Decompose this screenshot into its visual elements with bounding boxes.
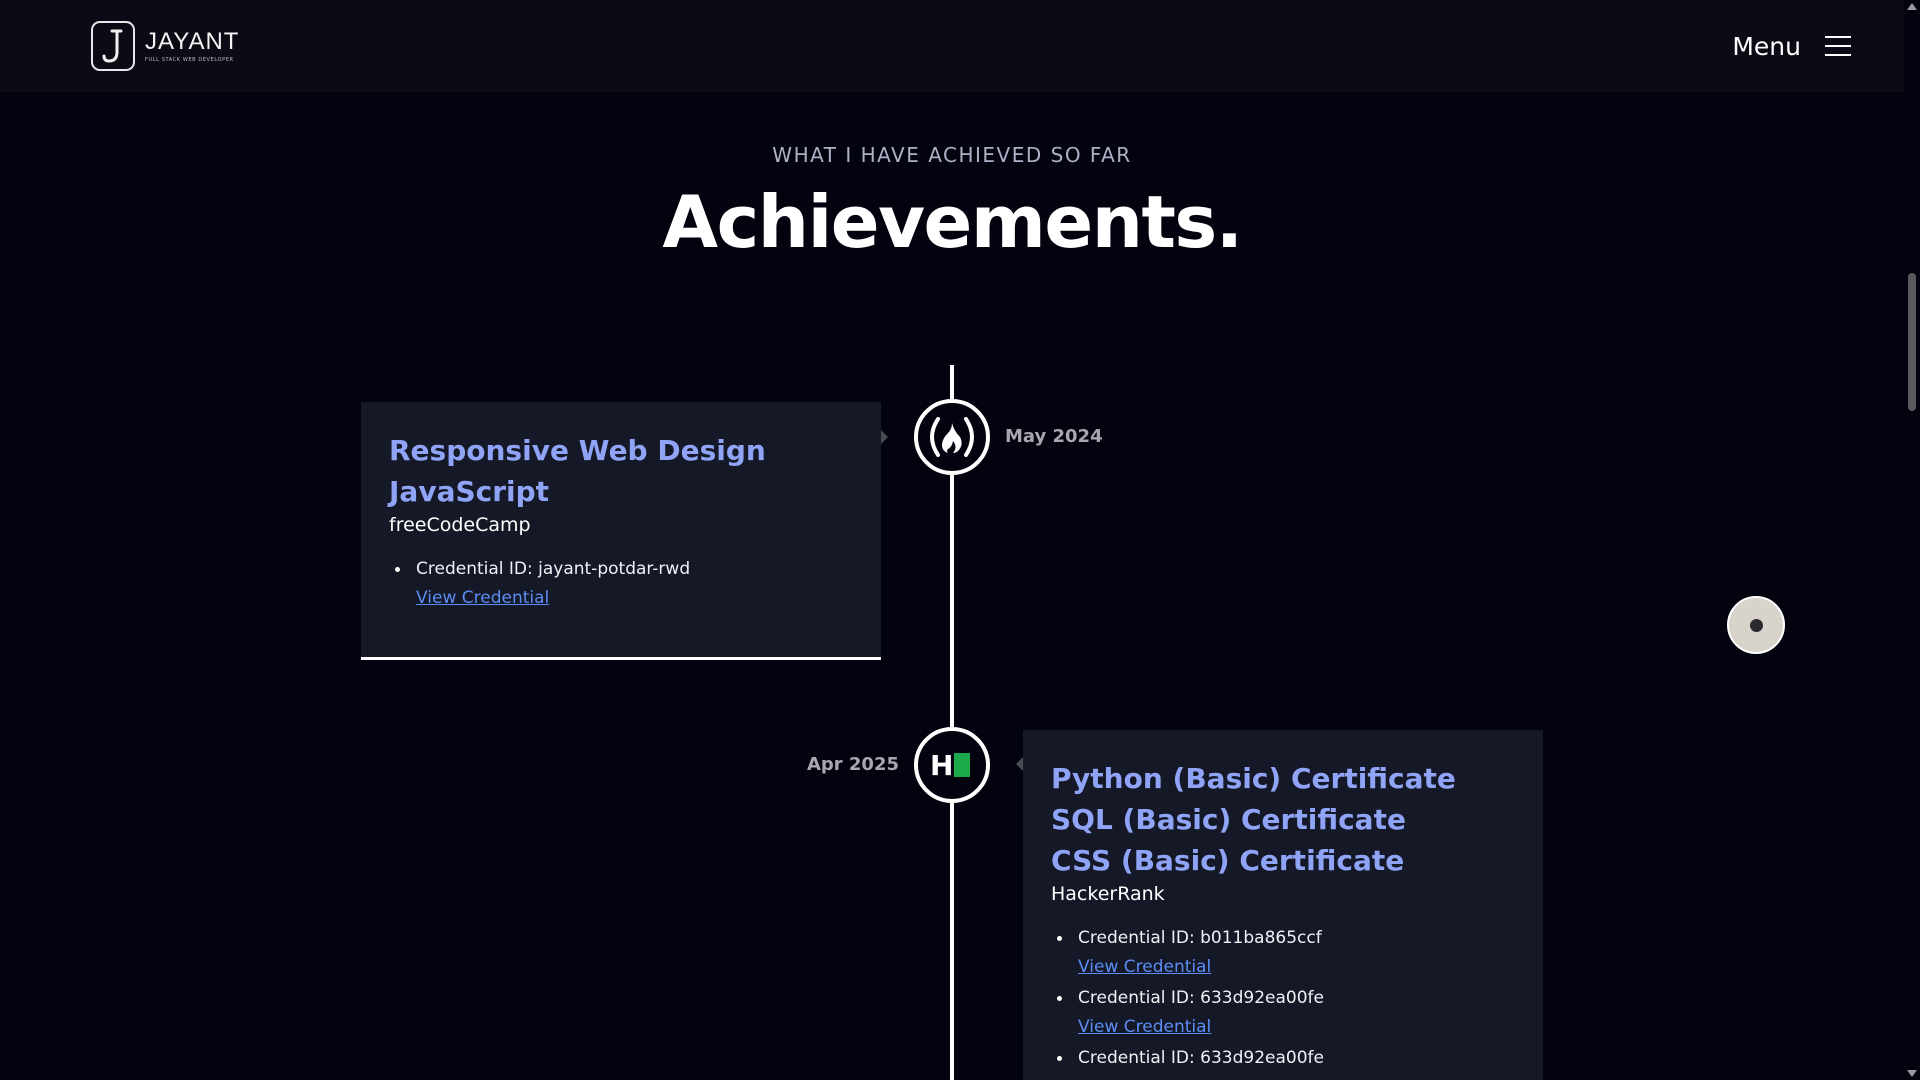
achievement-title: Python (Basic) Certificate: [1051, 762, 1456, 795]
section-title: Achievements.: [662, 180, 1243, 264]
freecodecamp-icon: [930, 417, 974, 457]
credential-id: Credential ID: 633d92ea00fe: [1078, 1048, 1324, 1068]
card-pointer: [881, 430, 888, 444]
view-credential-link[interactable]: View Credential: [416, 588, 853, 608]
achievement-issuer: freeCodeCamp: [389, 514, 531, 536]
hamburger-icon: [1825, 36, 1851, 56]
menu-label: Menu: [1732, 31, 1801, 61]
scrollbar[interactable]: [1904, 0, 1920, 1080]
achievement-title: Responsive Web Design: [389, 434, 766, 467]
view-credential-link[interactable]: View Credential: [1078, 1017, 1515, 1037]
scroll-down-arrow-icon[interactable]: [1907, 1070, 1917, 1077]
card-pointer: [1016, 757, 1023, 771]
menu-button[interactable]: Menu: [1732, 32, 1851, 61]
site-header: JAYANT FULL STACK WEB DEVELOPER Menu: [0, 0, 1904, 92]
credential-id: Credential ID: b011ba865ccf: [1078, 928, 1322, 948]
credential-id: Credential ID: 633d92ea00fe: [1078, 988, 1324, 1008]
achievement-card: Responsive Web Design JavaScript freeCod…: [361, 402, 881, 660]
credential-item: Credential ID: 633d92ea00fe View Credent…: [1051, 987, 1515, 1037]
logo-tagline: FULL STACK WEB DEVELOPER: [145, 56, 234, 63]
achievement-issuer: HackerRank: [1051, 883, 1165, 905]
credential-item: Credential ID: b011ba865ccf View Credent…: [1051, 927, 1515, 977]
credential-item: Credential ID: jayant-potdar-rwd View Cr…: [389, 558, 853, 608]
logo-name: JAYANT: [145, 27, 240, 55]
credential-item: Credential ID: 633d92ea00fe: [1051, 1047, 1515, 1069]
timeline-node-hackerrank: H: [914, 727, 990, 803]
svg-text:H: H: [930, 750, 953, 780]
scroll-up-arrow-icon[interactable]: [1907, 3, 1917, 10]
timeline-node-freecodecamp: [914, 399, 990, 475]
cursor-follower: [1727, 596, 1785, 654]
credential-id: Credential ID: jayant-potdar-rwd: [416, 559, 691, 579]
credential-list: Credential ID: jayant-potdar-rwd View Cr…: [389, 558, 853, 608]
achievement-date: Apr 2025: [806, 754, 899, 775]
logo-j-icon: [102, 29, 123, 63]
achievement-title: JavaScript: [389, 475, 550, 508]
achievement-card: Python (Basic) Certificate SQL (Basic) C…: [1023, 730, 1543, 1080]
hackerrank-icon: H: [930, 750, 970, 780]
achievement-date: May 2024: [1005, 426, 1103, 447]
page: JAYANT FULL STACK WEB DEVELOPER Menu WHA…: [0, 0, 1920, 1080]
section-subtitle: WHAT I HAVE ACHIEVED SO FAR: [772, 143, 1132, 167]
logo[interactable]: JAYANT FULL STACK WEB DEVELOPER: [91, 21, 239, 71]
achievement-title: SQL (Basic) Certificate: [1051, 803, 1406, 836]
achievement-title: CSS (Basic) Certificate: [1051, 844, 1405, 877]
scroll-thumb[interactable]: [1908, 273, 1916, 411]
logo-mark: [91, 21, 135, 71]
credential-list: Credential ID: b011ba865ccf View Credent…: [1051, 927, 1515, 1069]
logo-text: JAYANT FULL STACK WEB DEVELOPER: [145, 27, 240, 63]
view-credential-link[interactable]: View Credential: [1078, 957, 1515, 977]
